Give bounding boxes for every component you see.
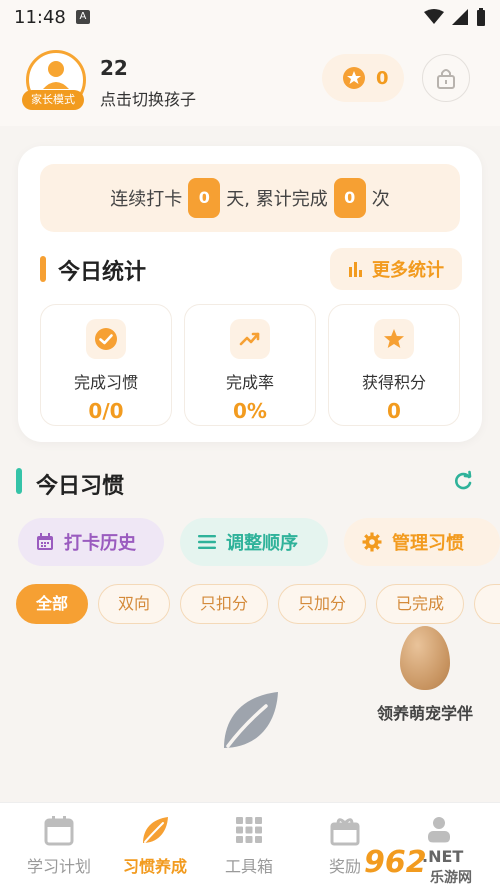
streak-prefix: 连续打卡 bbox=[110, 189, 183, 210]
lock-icon bbox=[437, 69, 455, 89]
streak-days: 0 bbox=[188, 178, 221, 218]
nav-label: 学习计划 bbox=[26, 857, 91, 876]
stat-value: 0 bbox=[387, 399, 401, 423]
site-watermark: 962 .NET 乐游网 bbox=[360, 842, 500, 886]
switch-child-link[interactable]: 点击切换孩子 bbox=[100, 86, 196, 110]
grid-icon bbox=[232, 813, 266, 847]
watermark-962: 962 bbox=[364, 845, 427, 880]
manage-habits-label: 管理习惯 bbox=[392, 533, 464, 554]
nav-label: 奖励 bbox=[328, 857, 361, 876]
status-bar: 11:48 A bbox=[0, 0, 500, 34]
notification-icon: A bbox=[75, 10, 90, 24]
stat-label: 完成习惯 bbox=[73, 373, 138, 392]
gift-icon bbox=[328, 813, 362, 847]
parent-mode-badge: 家长模式 bbox=[22, 90, 84, 110]
person-icon bbox=[43, 61, 69, 89]
checkin-history-button[interactable]: 打卡历史 bbox=[18, 518, 164, 566]
nav-toolbox[interactable]: 工具箱 bbox=[204, 813, 294, 877]
stat-value: 0% bbox=[233, 399, 267, 423]
manage-habits-button[interactable]: 管理习惯 bbox=[344, 518, 500, 566]
watermark-net: .NET bbox=[422, 847, 463, 866]
wifi-icon bbox=[424, 9, 444, 24]
status-time: 11:48 bbox=[14, 6, 66, 28]
signal-icon bbox=[452, 9, 468, 25]
nav-habit-building[interactable]: 习惯养成 bbox=[110, 813, 200, 877]
stat-label: 完成率 bbox=[225, 373, 274, 392]
header: 家长模式 22 点击切换孩子 0 bbox=[0, 34, 500, 126]
empty-leaf-icon bbox=[224, 692, 278, 748]
stat-value: 0/0 bbox=[88, 399, 124, 423]
today-stats-title: 今日统计 bbox=[58, 260, 147, 285]
points-value: 0 bbox=[376, 67, 389, 89]
streak-mid: 天, 累计完成 bbox=[226, 189, 328, 210]
calendar-icon bbox=[37, 533, 53, 550]
stat-tile-completed: 完成习惯 0/0 bbox=[40, 304, 172, 426]
adopt-pet-button[interactable]: 领养萌宠学伴 bbox=[370, 626, 480, 724]
total-count: 0 bbox=[333, 178, 366, 218]
filter-deduct-only[interactable]: 只扣分 bbox=[180, 584, 268, 624]
leaf-icon bbox=[138, 813, 172, 847]
check-circle-icon bbox=[86, 319, 126, 359]
status-icons bbox=[424, 8, 486, 26]
section-marker bbox=[40, 256, 46, 282]
filter-completed[interactable]: 已完成 bbox=[376, 584, 464, 624]
checkin-history-label: 打卡历史 bbox=[64, 533, 136, 554]
watermark-site: 乐游网 bbox=[430, 869, 472, 886]
adjust-order-label: 调整顺序 bbox=[226, 533, 298, 554]
egg-icon bbox=[400, 626, 450, 690]
filter-more[interactable] bbox=[474, 584, 500, 624]
trend-up-icon bbox=[230, 319, 270, 359]
star-coin-icon bbox=[343, 67, 365, 89]
today-stats-card: 连续打卡 0 天, 累计完成 0 次 今日统计 更多统计 完成习惯 0/0 完成… bbox=[18, 146, 482, 442]
streak-suffix: 次 bbox=[371, 189, 390, 210]
more-stats-button[interactable]: 更多统计 bbox=[330, 248, 462, 290]
today-habits-title: 今日习惯 bbox=[36, 474, 125, 499]
points-button[interactable]: 0 bbox=[322, 54, 404, 102]
section-marker bbox=[16, 468, 22, 494]
refresh-icon[interactable] bbox=[452, 470, 474, 492]
child-name[interactable]: 22 bbox=[100, 56, 128, 80]
nav-label: 习惯养成 bbox=[122, 857, 187, 876]
stat-tile-rate: 完成率 0% bbox=[184, 304, 316, 426]
calendar-icon bbox=[42, 813, 76, 847]
filter-all[interactable]: 全部 bbox=[16, 584, 88, 624]
nav-study-plan[interactable]: 学习计划 bbox=[14, 813, 104, 877]
stat-label: 获得积分 bbox=[361, 373, 426, 392]
bar-chart-icon bbox=[349, 262, 362, 277]
battery-icon bbox=[477, 8, 485, 26]
gear-icon bbox=[362, 532, 382, 552]
streak-summary: 连续打卡 0 天, 累计完成 0 次 bbox=[40, 164, 460, 232]
lock-button[interactable] bbox=[422, 54, 470, 102]
adjust-order-button[interactable]: 调整顺序 bbox=[180, 518, 328, 566]
filter-two-way[interactable]: 双向 bbox=[98, 584, 170, 624]
star-icon bbox=[374, 319, 414, 359]
more-stats-label: 更多统计 bbox=[372, 260, 444, 281]
stat-tile-points: 获得积分 0 bbox=[328, 304, 460, 426]
nav-label: 工具箱 bbox=[224, 857, 273, 876]
list-icon bbox=[198, 535, 216, 549]
adopt-pet-label: 领养萌宠学伴 bbox=[376, 704, 473, 723]
filter-add-only[interactable]: 只加分 bbox=[278, 584, 366, 624]
